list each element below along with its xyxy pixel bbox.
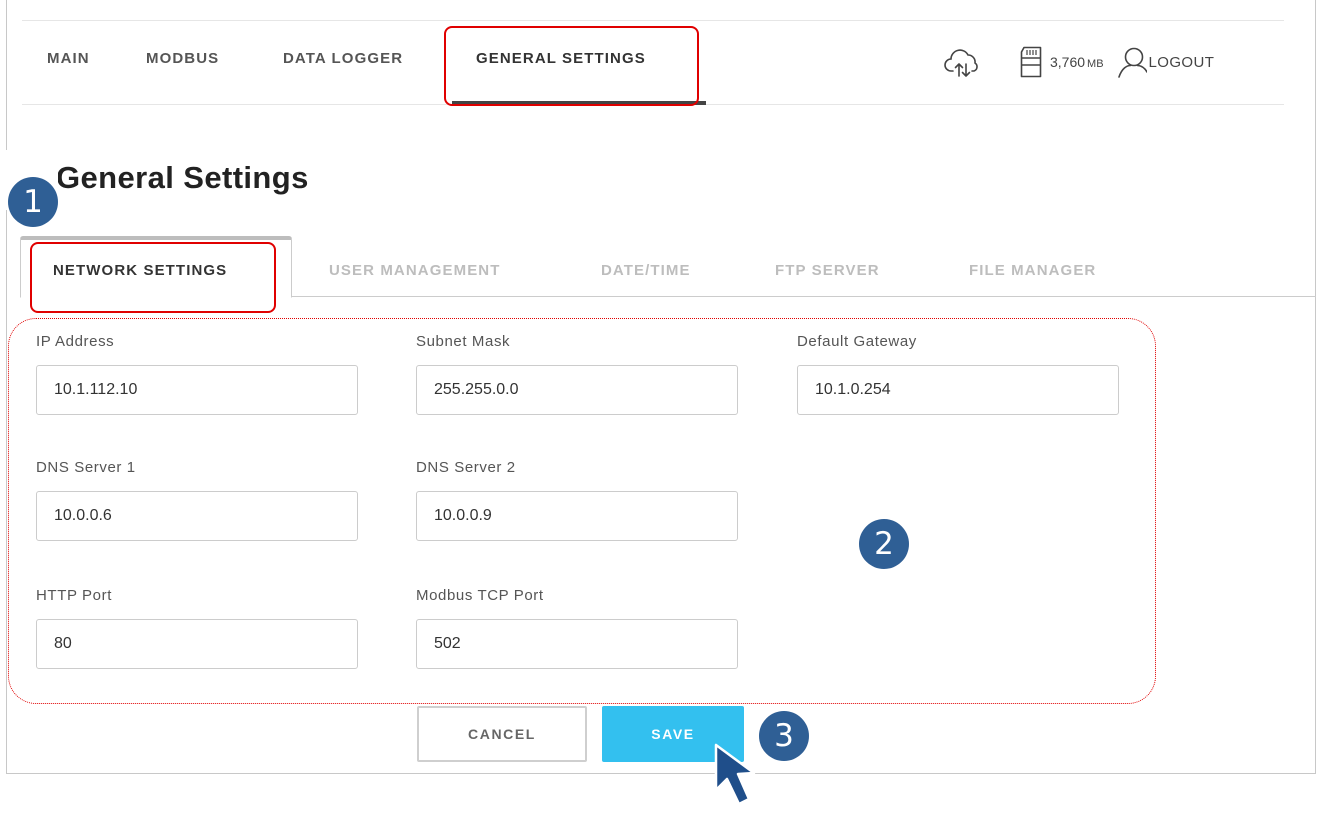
callout-badge-3: 3	[759, 711, 809, 761]
tab-user-management[interactable]: USER MANAGEMENT	[329, 262, 501, 279]
storage-unit: MB	[1087, 58, 1104, 70]
tab-date-time[interactable]: DATE/TIME	[601, 262, 691, 279]
nav-data-logger[interactable]: DATA LOGGER	[283, 50, 403, 67]
callout-badge-2: 2	[859, 519, 909, 569]
tab-ftp-server[interactable]: FTP SERVER	[775, 262, 880, 279]
highlight-nav-general-settings	[444, 26, 699, 106]
storage-capacity: 3,760 MB	[1050, 54, 1104, 70]
header-actions: 3,760 MB LOGOUT	[944, 44, 1214, 80]
sd-card-icon	[1020, 46, 1042, 78]
nav-modbus[interactable]: MODBUS	[146, 50, 219, 67]
storage-value: 3,760	[1050, 54, 1086, 70]
cloud-upload-download-icon[interactable]	[944, 44, 982, 80]
mouse-pointer-icon	[704, 742, 766, 816]
user-icon[interactable]	[1117, 46, 1148, 78]
logout-link[interactable]: LOGOUT	[1149, 54, 1215, 71]
tab-file-manager[interactable]: FILE MANAGER	[969, 262, 1096, 279]
nav-main[interactable]: MAIN	[47, 50, 90, 67]
callout-badge-1: 1	[8, 177, 58, 227]
page-title: General Settings	[56, 160, 309, 195]
nav-top-divider	[22, 20, 1284, 21]
highlight-network-form	[8, 318, 1156, 704]
highlight-tab-network-settings	[30, 242, 276, 313]
cancel-button[interactable]: CANCEL	[417, 706, 587, 762]
